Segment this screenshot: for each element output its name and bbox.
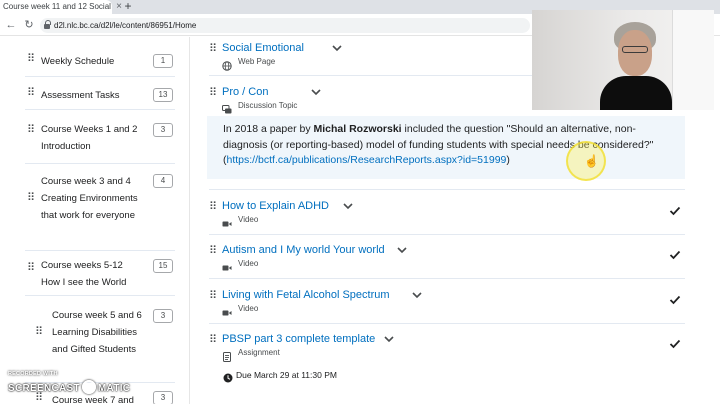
divider [209, 189, 685, 190]
topic-title-link[interactable]: Autism and I My world Your world [222, 242, 385, 258]
topic-title-link[interactable]: Social Emotional [222, 40, 304, 56]
divider [209, 234, 685, 235]
presenter-glasses [622, 46, 648, 53]
globe-icon [222, 58, 232, 71]
address-bar[interactable]: d2l.nlc.bc.ca/d2l/le/content/86951/Home [40, 18, 530, 33]
drag-handle-icon[interactable]: ⠿ [27, 88, 35, 99]
chevron-down-icon[interactable] [343, 202, 353, 210]
sidebar-item-count: 3 [153, 309, 173, 323]
topic-type: Web Page [238, 57, 276, 66]
hand-cursor-icon: ☝ [584, 154, 599, 168]
topic-title-link[interactable]: Pro / Con [222, 84, 268, 100]
sidebar-item-label: Course weeks 5-12 How I see the World [41, 260, 127, 288]
sidebar-item-label: Course week 5 and 6 Learning Disabilitie… [52, 310, 142, 355]
sidebar-item-count: 1 [153, 54, 173, 68]
sidebar-item-course-weeks-1-2[interactable]: ⠿ Course Weeks 1 and 2 Introduction 3 [25, 113, 175, 164]
watermark-left: SCREENCAST [8, 383, 80, 394]
checkmark-icon [669, 336, 681, 349]
topic-type: Video [238, 304, 259, 313]
lock-icon [44, 20, 51, 29]
tab-title: Course week 11 and 12 Social Em [3, 2, 112, 11]
divider [209, 323, 685, 324]
description-prefix: In 2018 a paper by [223, 123, 314, 135]
back-arrow-icon[interactable]: ← [4, 17, 18, 33]
url-text: d2l.nlc.bc.ca/d2l/le/content/86951/Home [54, 21, 197, 30]
topic-row: ⠿ Living with Fetal Alcohol Spectrum Vid… [209, 287, 685, 319]
topic-type: Video [238, 215, 259, 224]
description-suffix: ) [506, 154, 510, 166]
sidebar-item-count: 3 [153, 123, 173, 137]
drag-handle-icon[interactable]: ⠿ [209, 291, 217, 302]
sidebar-item-course-weeks-5-12[interactable]: ⠿ Course weeks 5-12 How I see the World … [25, 253, 175, 296]
sidebar-item-label: Course week 3 and 4 Creating Environment… [41, 176, 138, 221]
divider [209, 278, 685, 279]
topic-type: Video [238, 259, 259, 268]
browser-tab[interactable]: Course week 11 and 12 Social Em [0, 0, 112, 14]
sidebar-item-count: 3 [153, 391, 173, 404]
topic-title-link[interactable]: Living with Fetal Alcohol Spectrum [222, 287, 390, 303]
screencast-logo-icon [81, 380, 96, 394]
topic-title-link[interactable]: How to Explain ADHD [222, 198, 329, 214]
checkmark-icon [669, 247, 681, 260]
webcam-shelf [672, 10, 714, 110]
topic-type: Discussion Topic [238, 101, 298, 110]
drag-handle-icon[interactable]: ⠿ [27, 193, 35, 204]
sidebar-item-weekly-schedule[interactable]: ⠿ Weekly Schedule 1 [25, 47, 175, 77]
chevron-down-icon[interactable] [397, 246, 407, 254]
topic-type: Assignment [238, 348, 280, 357]
video-icon [222, 260, 232, 271]
topic-row: ⠿ Autism and I My world Your world Video [209, 242, 685, 274]
drag-handle-icon[interactable]: ⠿ [209, 88, 217, 99]
due-date: Due March 29 at 11:30 PM [236, 370, 337, 380]
checkmark-icon [669, 203, 681, 216]
checkmark-icon [669, 292, 681, 305]
chevron-down-icon[interactable] [384, 335, 394, 343]
drag-handle-icon[interactable]: ⠿ [27, 263, 35, 274]
screencast-watermark: SCREENCAST MATIC [8, 380, 130, 396]
chevron-down-icon[interactable] [311, 88, 321, 96]
chevron-down-icon[interactable] [332, 44, 342, 52]
discussion-icon [222, 102, 232, 114]
topic-row: ⠿ How to Explain ADHD Video [209, 198, 685, 230]
new-tab-button[interactable]: + [123, 0, 133, 14]
topic-row: ⠿ PBSP part 3 complete template Assignme… [209, 331, 685, 363]
topic-description: In 2018 a paper by Michal Rozworski incl… [207, 116, 685, 179]
drag-handle-icon[interactable]: ⠿ [27, 54, 35, 65]
content-sidebar: ⠿ Weekly Schedule 1 ⠿ Assessment Tasks 1… [0, 37, 190, 404]
sidebar-item-assessment-tasks[interactable]: ⠿ Assessment Tasks 13 [25, 79, 175, 110]
watermark-right: MATIC [97, 383, 131, 394]
drag-handle-icon[interactable]: ⠿ [209, 335, 217, 346]
drag-handle-icon[interactable]: ⠿ [209, 202, 217, 213]
reload-icon[interactable]: ↻ [22, 17, 36, 33]
sidebar-item-count: 13 [153, 88, 173, 102]
sidebar-item-count: 4 [153, 174, 173, 188]
description-author: Michal Rozworski [313, 123, 402, 135]
drag-handle-icon[interactable]: ⠿ [209, 44, 217, 55]
clock-icon [223, 370, 233, 383]
drag-handle-icon[interactable]: ⠿ [27, 125, 35, 136]
sidebar-item-count: 15 [153, 259, 173, 273]
assignment-icon [222, 349, 232, 362]
sidebar-item-label: Course Weeks 1 and 2 Introduction [41, 124, 138, 152]
drag-handle-icon[interactable]: ⠿ [209, 246, 217, 257]
sidebar-item-label: Weekly Schedule [41, 56, 115, 67]
video-icon [222, 216, 232, 227]
presenter-body [600, 76, 672, 110]
watermark-caption: RECORDED WITH [8, 371, 58, 377]
video-icon [222, 305, 232, 316]
drag-handle-icon[interactable]: ⠿ [35, 327, 43, 338]
sidebar-item-label: Assessment Tasks [41, 90, 120, 101]
research-report-link[interactable]: https://bctf.ca/publications/ResearchRep… [227, 154, 507, 166]
webcam-overlay [532, 10, 714, 110]
presenter-face [618, 30, 652, 76]
sidebar-item-course-week-3-4[interactable]: ⠿ Course week 3 and 4 Creating Environme… [25, 167, 175, 251]
chevron-down-icon[interactable] [412, 291, 422, 299]
topic-title-link[interactable]: PBSP part 3 complete template [222, 331, 375, 347]
